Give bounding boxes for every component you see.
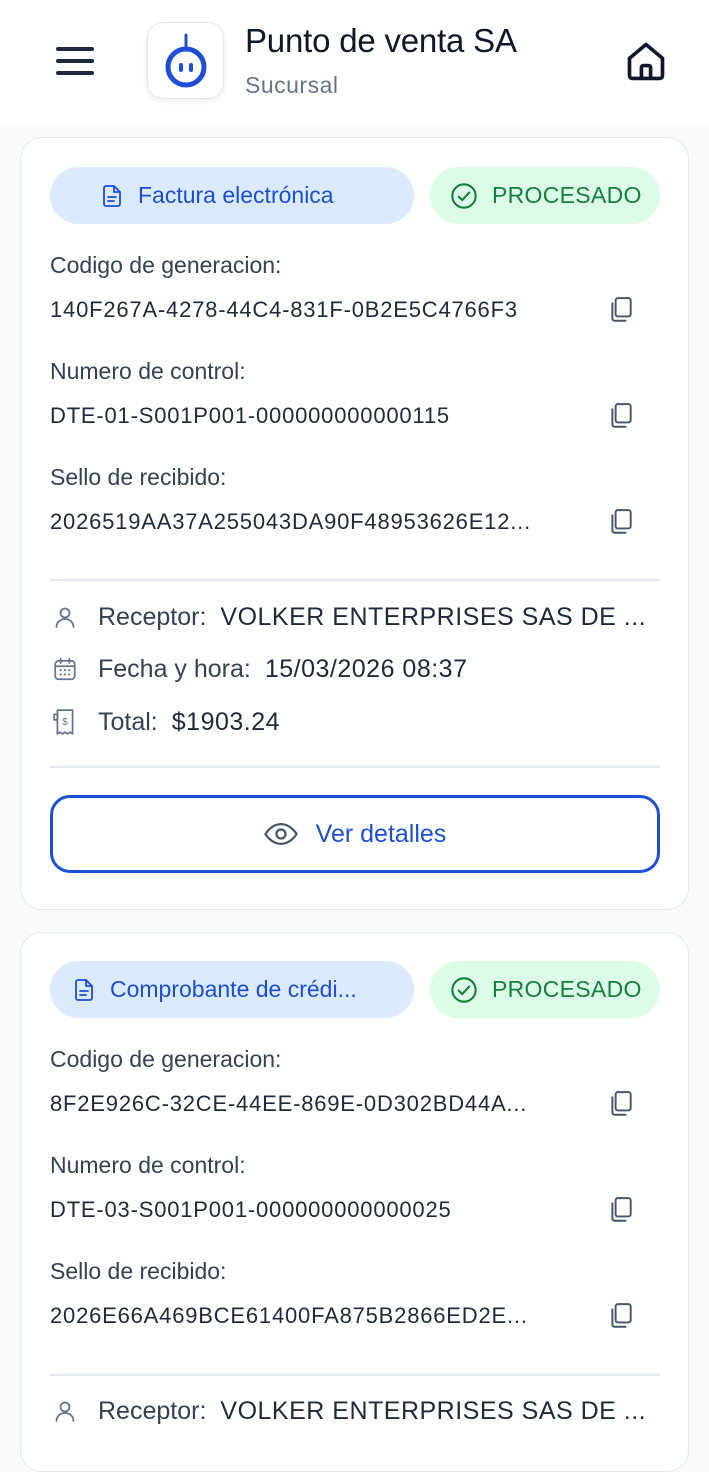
fecha-label: Fecha y hora: bbox=[98, 654, 251, 683]
svg-text:$: $ bbox=[62, 717, 68, 728]
codigo-value: 140F267A-4278-44C4-831F-0B2E5C4766F3 bbox=[50, 297, 518, 322]
receptor-label: Receptor: bbox=[98, 1396, 207, 1425]
document-type-label: Comprobante de crédi... bbox=[110, 976, 357, 1002]
codigo-value: 8F2E926C-32CE-44EE-869E-0D302BD44A... bbox=[50, 1091, 528, 1116]
document-type-badge: Comprobante de crédi... bbox=[50, 961, 414, 1018]
copy-control-button[interactable] bbox=[605, 1194, 637, 1226]
copy-codigo-button[interactable] bbox=[605, 294, 637, 326]
copy-codigo-button[interactable] bbox=[605, 1088, 637, 1120]
copy-icon bbox=[611, 297, 632, 322]
document-card: Factura electrónica PROCESADO Codigo de … bbox=[20, 137, 689, 910]
calendar-icon bbox=[50, 654, 80, 684]
copy-sello-button[interactable] bbox=[605, 1300, 637, 1332]
divider bbox=[50, 1374, 660, 1376]
menu-icon-bar bbox=[56, 59, 94, 63]
fecha-row: Fecha y hora: 15/03/2026 08:37 bbox=[50, 651, 660, 687]
codigo-label: Codigo de generacion: bbox=[50, 1046, 282, 1072]
document-type-badge: Factura electrónica bbox=[50, 167, 414, 224]
control-label: Numero de control: bbox=[50, 358, 246, 384]
receptor-row: Receptor: VOLKER ENTERPRISES SAS DE ... bbox=[50, 599, 660, 635]
divider bbox=[50, 766, 660, 768]
sello-label: Sello de recibido: bbox=[50, 1258, 227, 1284]
robot-logo-icon bbox=[147, 22, 224, 99]
document-icon bbox=[75, 978, 93, 1001]
document-icon bbox=[103, 184, 121, 207]
document-card: Comprobante de crédi... PROCESADO Codigo… bbox=[20, 932, 689, 1472]
home-button[interactable] bbox=[620, 36, 672, 86]
user-icon bbox=[50, 1396, 80, 1426]
total-label: Total: bbox=[98, 707, 158, 736]
branch-subtitle: Sucursal bbox=[245, 72, 339, 98]
status-label: PROCESADO bbox=[492, 976, 642, 1002]
fecha-value: 15/03/2026 08:37 bbox=[264, 654, 468, 683]
document-type-label: Factura electrónica bbox=[138, 182, 334, 208]
control-value: DTE-03-S001P001-000000000000025 bbox=[50, 1197, 452, 1222]
check-circle-icon bbox=[451, 976, 477, 1003]
copy-icon bbox=[611, 1197, 632, 1222]
control-label: Numero de control: bbox=[50, 1152, 246, 1178]
view-details-label: Ver detalles bbox=[315, 819, 447, 848]
copy-icon bbox=[611, 1303, 632, 1328]
receptor-row: Receptor: VOLKER ENTERPRISES SAS DE ... bbox=[50, 1393, 660, 1429]
copy-icon bbox=[611, 403, 632, 428]
receptor-value: VOLKER ENTERPRISES SAS DE ... bbox=[220, 1396, 647, 1425]
receptor-value: VOLKER ENTERPRISES SAS DE ... bbox=[220, 602, 647, 631]
menu-button[interactable] bbox=[50, 38, 100, 84]
home-icon bbox=[627, 42, 665, 81]
receipt-icon: $ bbox=[50, 707, 80, 737]
copy-icon bbox=[611, 1091, 632, 1116]
sello-value: 2026E66A469BCE61400FA875B2866ED2E... bbox=[50, 1303, 528, 1328]
status-badge: PROCESADO bbox=[430, 961, 660, 1018]
total-row: $ Total: $1903.24 bbox=[50, 704, 660, 740]
receptor-label: Receptor: bbox=[98, 602, 207, 631]
status-badge: PROCESADO bbox=[430, 167, 660, 224]
copy-sello-button[interactable] bbox=[605, 506, 637, 538]
menu-icon-bar bbox=[56, 47, 94, 51]
menu-icon-bar bbox=[56, 71, 94, 75]
copy-control-button[interactable] bbox=[605, 400, 637, 432]
status-label: PROCESADO bbox=[492, 182, 642, 208]
sello-label: Sello de recibido: bbox=[50, 464, 227, 490]
divider bbox=[50, 579, 660, 581]
sello-value: 2026519AA37A255043DA90F48953626E12... bbox=[50, 509, 531, 534]
control-value: DTE-01-S001P001-000000000000115 bbox=[50, 403, 450, 428]
codigo-label: Codigo de generacion: bbox=[50, 252, 282, 278]
app-header: Punto de venta SA Sucursal bbox=[0, 0, 709, 127]
user-icon bbox=[50, 602, 80, 632]
copy-icon bbox=[611, 509, 632, 534]
check-circle-icon bbox=[451, 182, 477, 209]
eye-icon bbox=[263, 822, 298, 846]
view-details-button[interactable]: Ver detalles bbox=[50, 795, 660, 873]
app-title: Punto de venta SA bbox=[245, 22, 517, 59]
total-value: $1903.24 bbox=[171, 707, 281, 736]
